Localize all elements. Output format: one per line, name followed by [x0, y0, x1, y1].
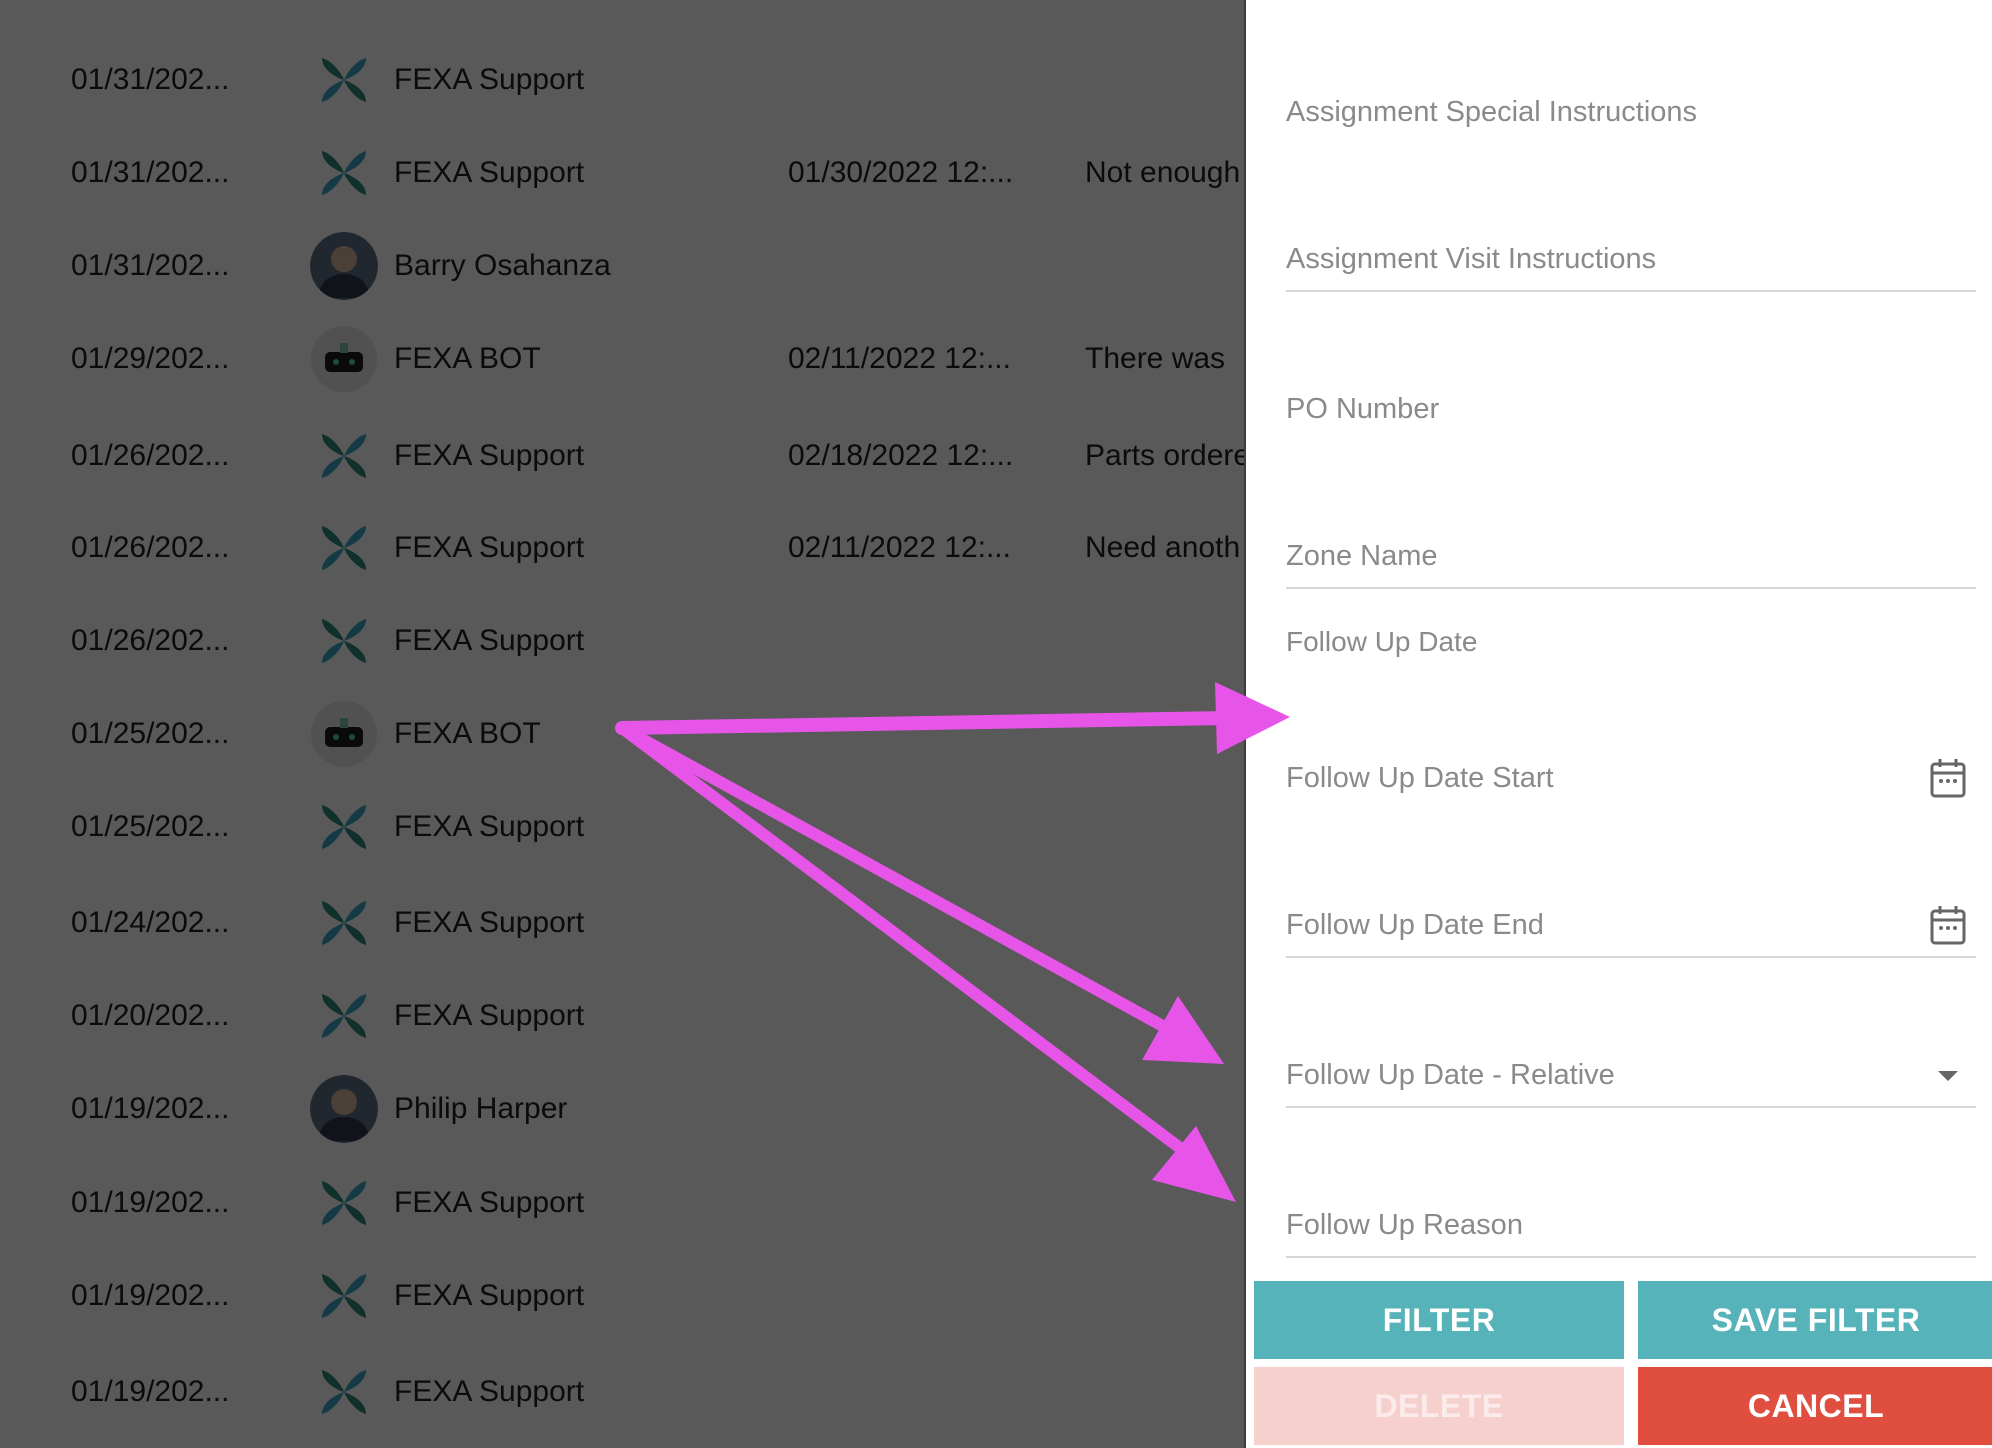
follow-up-date-section-label: Follow Up Date: [1286, 626, 1478, 657]
cancel-button[interactable]: CANCEL: [1638, 1367, 1992, 1445]
assignment-special-instructions-field[interactable]: Assignment Special Instructions: [1286, 96, 1976, 129]
calendar-icon[interactable]: [1930, 758, 1966, 798]
modal-backdrop[interactable]: [0, 0, 1245, 1448]
follow-up-reason-field[interactable]: Follow Up Reason: [1286, 1209, 1976, 1258]
follow-up-date-end-label: Follow Up Date End: [1286, 909, 1544, 941]
app-root: 01/31/202...FEXA Support01/31/202...FEXA…: [0, 0, 1992, 1448]
chevron-down-icon[interactable]: [1938, 1071, 1958, 1081]
delete-button: DELETE: [1254, 1367, 1624, 1445]
filter-button[interactable]: FILTER: [1254, 1281, 1624, 1359]
po-number-field[interactable]: PO Number: [1286, 393, 1976, 426]
assignment-special-instructions-label: Assignment Special Instructions: [1286, 96, 1698, 128]
follow-up-date-relative-label: Follow Up Date - Relative: [1286, 1059, 1615, 1091]
po-number-label: PO Number: [1286, 393, 1440, 425]
follow-up-reason-label: Follow Up Reason: [1286, 1209, 1523, 1241]
assignment-visit-instructions-label: Assignment Visit Instructions: [1286, 243, 1657, 275]
follow-up-date-relative-select[interactable]: Follow Up Date - Relative: [1286, 1059, 1976, 1108]
follow-up-date-start-label: Follow Up Date Start: [1286, 762, 1554, 794]
save-filter-button[interactable]: SAVE FILTER: [1638, 1281, 1992, 1359]
filter-panel: Assignment Special Instructions Assignme…: [1244, 0, 1992, 1448]
calendar-icon[interactable]: [1930, 905, 1966, 945]
zone-name-field[interactable]: Zone Name: [1286, 540, 1976, 589]
follow-up-date-end-field[interactable]: Follow Up Date End: [1286, 906, 1976, 958]
zone-name-label: Zone Name: [1286, 540, 1438, 572]
follow-up-date-start-field[interactable]: Follow Up Date Start: [1286, 759, 1976, 798]
assignment-visit-instructions-field[interactable]: Assignment Visit Instructions: [1286, 243, 1976, 292]
